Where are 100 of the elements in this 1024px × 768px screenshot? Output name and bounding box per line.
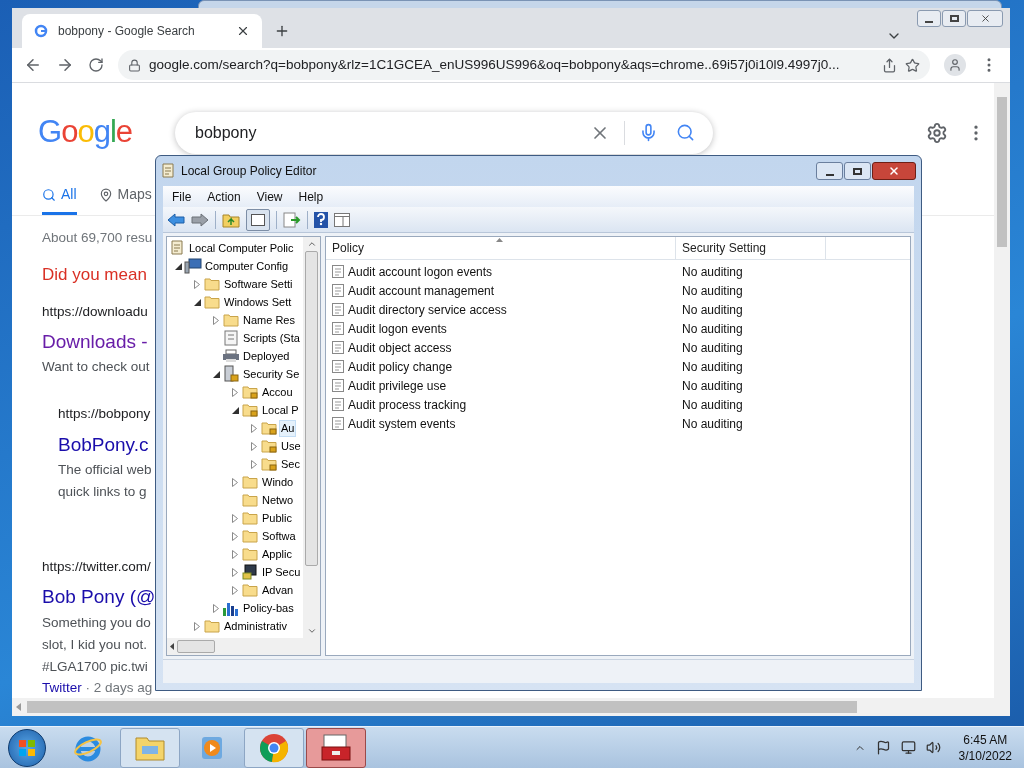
tree-item[interactable]: Local Computer Polic [187, 239, 296, 257]
reload-icon[interactable] [88, 57, 104, 74]
address-bar[interactable]: google.com/search?q=bobpony&rlz=1C1GCEA_enUS996US996&oq=bobpony&aqs=chrome..69i57j0i10l9.4997j0... [118, 50, 930, 81]
policy-name[interactable]: Audit system events [348, 414, 456, 433]
policy-name[interactable]: Audit policy change [348, 357, 453, 376]
policy-name[interactable]: Audit account management [348, 281, 495, 300]
collapsed-arrow-icon[interactable] [251, 423, 257, 433]
up-folder-icon[interactable] [222, 211, 240, 228]
tree-item[interactable]: Deployed [241, 347, 292, 365]
network-icon[interactable] [900, 740, 916, 755]
maximize-button[interactable] [942, 10, 966, 27]
tree-item[interactable]: Software Setti [222, 275, 295, 293]
search-field[interactable]: bobpony [175, 111, 713, 154]
logo[interactable]: Google [38, 109, 175, 156]
tree-item[interactable]: Advan [260, 581, 296, 599]
collapsed-arrow-icon[interactable] [213, 603, 219, 613]
collapsed-arrow-icon[interactable] [232, 549, 238, 559]
forward-arrow-icon[interactable] [191, 212, 209, 227]
collapsed-arrow-icon[interactable] [194, 621, 200, 631]
taskbar-button[interactable] [244, 727, 304, 768]
export-list-icon[interactable] [283, 211, 301, 228]
horizontal-scrollbar[interactable] [12, 698, 994, 716]
taskbar-button[interactable] [306, 727, 366, 768]
tree-item[interactable]: Public [260, 509, 294, 527]
search-tab[interactable]: All [42, 177, 77, 215]
expanded-arrow-icon[interactable] [174, 262, 182, 270]
menu-item[interactable]: Help [298, 187, 324, 206]
tree-item[interactable]: Windows Sett [222, 293, 294, 311]
collapsed-arrow-icon[interactable] [251, 441, 257, 451]
search-icon[interactable] [676, 123, 695, 142]
horizontal-scrollbar[interactable] [167, 638, 320, 655]
policy-name[interactable]: Audit privilege use [348, 376, 447, 395]
flag-icon[interactable] [875, 740, 891, 755]
back-arrow-icon[interactable] [167, 212, 185, 227]
policy-name[interactable]: Audit logon events [348, 319, 447, 338]
collapsed-arrow-icon[interactable] [232, 531, 238, 541]
tree-item[interactable]: Windo [260, 473, 296, 491]
browser-tab[interactable]: bobpony - Google Search [22, 14, 262, 49]
mic-icon[interactable] [639, 123, 658, 142]
tree-item[interactable]: Applic [260, 545, 294, 563]
policy-name[interactable]: Audit process tracking [348, 395, 467, 414]
expanded-arrow-icon[interactable] [231, 406, 239, 414]
menu-item[interactable]: View [256, 187, 283, 206]
tree-item[interactable]: Sec [279, 455, 302, 473]
collapsed-arrow-icon[interactable] [232, 567, 238, 577]
action-pane-icon[interactable] [334, 212, 350, 227]
search-tab[interactable]: Maps [98, 177, 152, 215]
vertical-scrollbar[interactable] [994, 83, 1010, 716]
result-title[interactable]: BobPony.c [58, 430, 149, 459]
result-title[interactable]: Bob Pony (@ [42, 583, 156, 612]
tree-item[interactable]: IP Secu [260, 563, 303, 581]
scroll-down-icon[interactable] [306, 626, 317, 636]
scroll-thumb[interactable] [305, 251, 318, 566]
result-title[interactable]: Downloads - [42, 327, 148, 357]
tree-item[interactable]: Accou [260, 383, 295, 401]
column-header[interactable]: Policy [326, 237, 676, 259]
share-icon[interactable] [882, 57, 897, 73]
scroll-left-icon[interactable] [170, 643, 174, 650]
settings-icon[interactable] [926, 121, 948, 144]
tree-item[interactable]: Local P [260, 401, 301, 419]
minimize-button[interactable] [816, 162, 843, 180]
collapsed-arrow-icon[interactable] [232, 585, 238, 595]
scroll-up-icon[interactable] [306, 239, 317, 249]
collapsed-arrow-icon[interactable] [232, 477, 238, 487]
maximize-button[interactable] [844, 162, 871, 180]
close-button[interactable] [872, 162, 916, 180]
collapsed-arrow-icon[interactable] [232, 513, 238, 523]
minimize-button[interactable] [917, 10, 941, 27]
suggestion-link[interactable]: Did you mean [42, 262, 147, 288]
volume-icon[interactable] [925, 740, 941, 755]
menu-item[interactable]: Action [207, 187, 241, 206]
show-tree-button[interactable] [246, 208, 270, 231]
expanded-arrow-icon[interactable] [193, 298, 201, 306]
policy-name[interactable]: Audit object access [348, 338, 452, 357]
source-link[interactable]: Twitter [42, 679, 82, 695]
tree-item[interactable]: Name Res [241, 311, 297, 329]
start-button[interactable] [8, 728, 46, 767]
collapsed-arrow-icon[interactable] [194, 279, 200, 289]
policy-name[interactable]: Audit account logon events [348, 262, 493, 281]
collapsed-arrow-icon[interactable] [213, 315, 219, 325]
tree-item[interactable]: Softwa [260, 527, 298, 545]
collapsed-arrow-icon[interactable] [232, 387, 238, 397]
tree-item[interactable]: Netwo [260, 491, 296, 509]
profile-icon[interactable] [944, 54, 966, 77]
tree-item[interactable]: Scripts (Sta [241, 329, 302, 347]
tree-item[interactable]: Use [279, 437, 303, 455]
tree-item[interactable]: Policy-bas [241, 599, 296, 617]
clock[interactable]: 6:45 AM 3/10/2022 [958, 731, 1012, 764]
help-icon[interactable] [314, 211, 328, 228]
collapsed-arrow-icon[interactable] [251, 459, 257, 469]
menu-item[interactable]: File [172, 187, 192, 206]
tree-item[interactable]: Au [279, 419, 297, 437]
tree-item[interactable]: Administrativ [222, 617, 289, 635]
column-header[interactable]: Security Setting [676, 237, 826, 259]
policy-name[interactable]: Audit directory service access [348, 300, 507, 319]
star-icon[interactable] [905, 57, 920, 73]
tree-item[interactable]: Security Se [241, 365, 302, 383]
vertical-scrollbar[interactable] [303, 237, 320, 638]
tree-item[interactable]: Computer Config [203, 257, 291, 275]
expanded-arrow-icon[interactable] [212, 370, 220, 378]
